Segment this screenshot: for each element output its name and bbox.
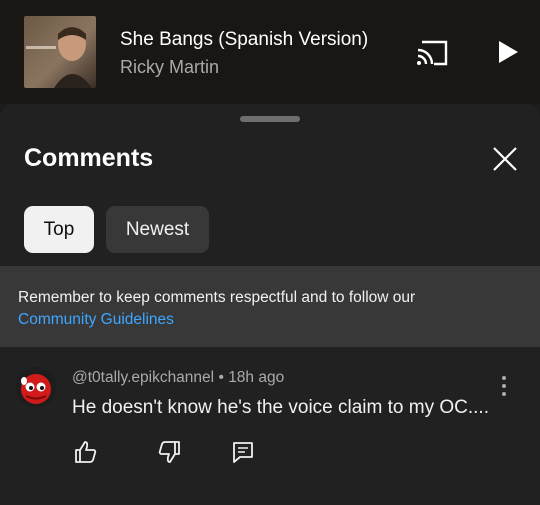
notice-text: Remember to keep comments respectful and… [18,289,416,306]
cast-icon[interactable] [414,38,450,68]
avatar[interactable] [16,367,56,407]
play-icon[interactable] [493,38,521,66]
drag-handle[interactable] [240,116,300,122]
sort-chip-newest[interactable]: Newest [106,206,209,253]
community-notice: Remember to keep comments respectful and… [0,266,540,347]
track-artist: Ricky Martin [120,57,220,77]
page-title: Comments [24,144,154,172]
comment-author[interactable]: @t0tally.epikchannel [72,369,214,386]
comment-item: @t0tally.epikchannel • 18h ago He doesn'… [0,347,540,505]
comments-sheet: Comments Top Newest Remember to keep com… [0,104,540,505]
mini-player[interactable]: She Bangs (Spanish Version) Ricky Martin [0,0,540,104]
album-art[interactable] [24,16,96,88]
like-icon[interactable] [73,439,99,465]
comment-meta: @t0tally.epikchannel • 18h ago [72,369,284,387]
comment-time: 18h ago [228,369,285,386]
chip-label: Top [43,218,75,240]
comment-text: He doesn't know he's the voice claim to … [72,397,489,418]
meta-separator: • [218,369,224,386]
close-icon[interactable] [491,145,519,173]
chip-label: Newest [125,218,190,240]
sort-chip-top[interactable]: Top [24,206,94,253]
community-guidelines-link[interactable]: Community Guidelines [18,311,174,329]
reply-icon[interactable] [230,439,256,465]
dislike-icon[interactable] [156,439,182,465]
more-options-icon[interactable] [496,373,512,399]
track-title: She Bangs (Spanish Version) [120,29,369,50]
